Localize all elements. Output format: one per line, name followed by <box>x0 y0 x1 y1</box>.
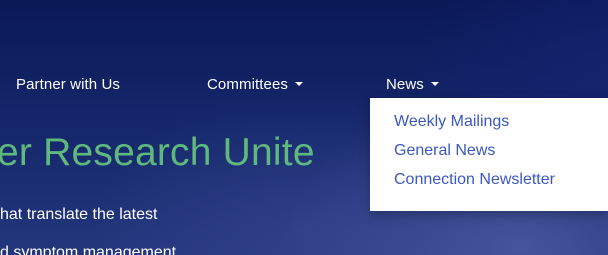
nav-committees[interactable]: Committees <box>207 76 304 93</box>
caret-down-icon <box>430 82 439 87</box>
nav-committees-label: Committees <box>207 76 289 93</box>
hero-background: Partner with Us Committees News er Resea… <box>0 0 608 255</box>
nav-partner-with-us[interactable]: Partner with Us <box>16 76 120 93</box>
dropdown-item-general-news[interactable]: General News <box>370 139 608 168</box>
news-dropdown-menu: Weekly Mailings General News Connection … <box>370 98 608 211</box>
nav-news-label: News <box>386 76 424 93</box>
hero-subtitle-line-1: hat translate the latest <box>0 206 158 223</box>
dropdown-item-weekly-mailings[interactable]: Weekly Mailings <box>370 110 608 139</box>
hero-subtitle-line-2: d symptom management <box>0 244 177 255</box>
nav-news[interactable]: News <box>386 76 439 93</box>
nav-partner-label: Partner with Us <box>16 76 121 93</box>
hero-title: er Research Unite <box>0 131 315 174</box>
caret-down-icon <box>295 82 304 87</box>
dropdown-item-connection-newsletter[interactable]: Connection Newsletter <box>370 168 608 197</box>
